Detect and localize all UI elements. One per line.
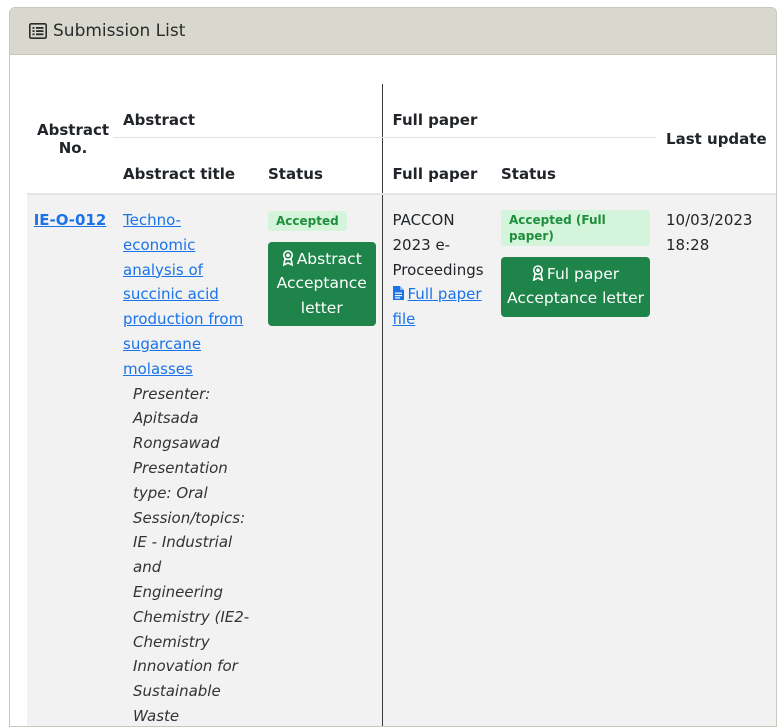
fullpaper-text: PACCON 2023 e-Proceedings	[392, 211, 484, 279]
cell-last-update: 10/03/2023 18:28	[656, 194, 776, 726]
file-icon	[392, 283, 404, 301]
presentation-type-text: Presentation type: Oral	[133, 458, 228, 502]
submission-table: Abstract No. Abstract Full paper Last up…	[27, 84, 776, 726]
header-abstract-group: Abstract	[113, 84, 382, 138]
abstract-acceptance-letter-button[interactable]: Abstract Acceptance letter	[268, 241, 376, 327]
list-icon	[29, 23, 47, 39]
cell-fullpaper-status: Accepted (Full paper) Ful paper Acceptan…	[491, 194, 657, 726]
page-title: Submission List	[53, 21, 186, 41]
abstract-no-link[interactable]: IE-O-012	[34, 211, 107, 229]
fullpaper-file-link[interactable]: Full paper file	[392, 283, 482, 329]
abstract-status-badge: Accepted	[268, 211, 347, 231]
cell-abstract-title: Techno-economic analysis of succinic aci…	[113, 194, 258, 726]
header-fullpaper-group: Full paper	[381, 84, 657, 138]
cell-abstract-no: IE-O-012	[27, 194, 113, 726]
fullpaper-acceptance-letter-button[interactable]: Ful paper Acceptance letter	[501, 256, 651, 317]
header-fullpaper-status: Status	[491, 137, 657, 195]
card-header: Submission List	[10, 8, 776, 55]
table-row: IE-O-012 Techno-economic analysis of suc…	[27, 194, 776, 726]
award-icon	[282, 249, 294, 267]
submission-list-card: Submission List Abstract No. Abstract Fu…	[9, 7, 777, 727]
header-fullpaper: Full paper	[381, 137, 491, 195]
header-abstract-status: Status	[258, 137, 382, 195]
header-abstract-title: Abstract title	[113, 137, 258, 195]
header-last-update: Last update	[656, 84, 776, 195]
fullpaper-status-badge: Accepted (Full paper)	[501, 210, 651, 246]
fullpaper-letter-label: Ful paper Acceptance letter	[506, 264, 645, 308]
award-icon	[532, 264, 544, 282]
fullpaper-link-label: Full paper file	[392, 285, 482, 329]
cell-fullpaper: PACCON 2023 e-Proceedings Full paper fil…	[381, 194, 491, 726]
session-text: Session/topics: IE - Industrial and Engi…	[133, 508, 250, 725]
abstract-title-link[interactable]: Techno-economic analysis of succinic aci…	[123, 211, 243, 378]
cell-abstract-status: Accepted Abstract Acceptance letter	[258, 194, 382, 726]
header-abstract-no: Abstract No.	[27, 84, 113, 195]
presenter-text: Presenter: Apitsada Rongsawad	[133, 384, 220, 453]
submission-table-wrapper: Abstract No. Abstract Full paper Last up…	[27, 84, 776, 726]
